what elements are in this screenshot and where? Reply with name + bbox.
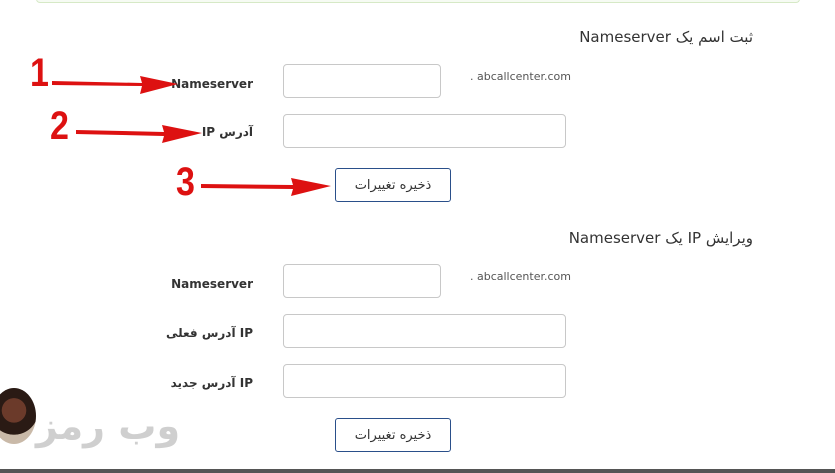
arrow-right-icon: [76, 125, 202, 143]
arrow-right-icon: [52, 76, 178, 94]
current-ip-input[interactable]: [283, 314, 566, 348]
section-title-register-nameserver: ثبت اسم یک Nameserver: [579, 28, 753, 46]
current-ip-label: IP آدرس فعلی: [165, 326, 253, 340]
watermark-logo: وب رمز: [36, 404, 181, 448]
new-ip-input[interactable]: [283, 364, 566, 398]
new-ip-label: IP آدرس جدید: [170, 376, 253, 390]
nameserver-input[interactable]: [283, 264, 441, 298]
nameserver-label: Nameserver: [171, 77, 253, 91]
domain-suffix: . abcallcenter.com: [470, 270, 571, 283]
top-panel: [36, 0, 800, 3]
save-button[interactable]: ذخیره تغییرات: [335, 168, 451, 202]
nameserver-input[interactable]: [283, 64, 441, 98]
bottom-border: [0, 469, 835, 473]
arrow-right-icon: [201, 178, 331, 196]
step-number-1: 1: [30, 51, 49, 95]
domain-suffix: . abcallcenter.com: [470, 70, 571, 83]
ip-address-input[interactable]: [283, 114, 566, 148]
step-number-3: 3: [176, 160, 195, 204]
nameserver-label: Nameserver: [171, 277, 253, 291]
ip-address-label: آدرس IP: [201, 125, 253, 139]
section-title-edit-nameserver-ip: ویرایش IP یک Nameserver: [568, 229, 753, 247]
avatar: [0, 388, 36, 444]
save-button[interactable]: ذخیره تغییرات: [335, 418, 451, 452]
step-number-2: 2: [50, 104, 69, 148]
